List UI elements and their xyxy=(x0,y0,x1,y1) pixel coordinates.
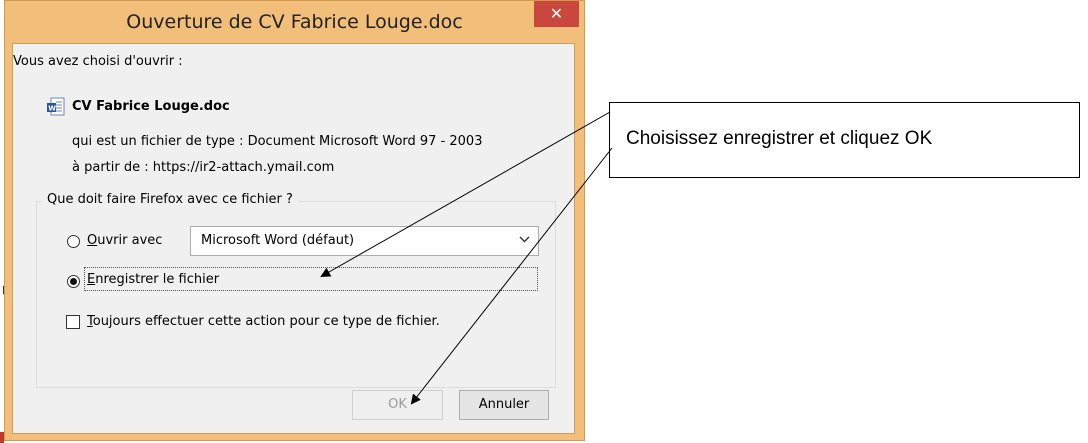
arrow-to-ok xyxy=(410,147,613,405)
callout-arrows xyxy=(320,111,613,405)
arrow-to-save xyxy=(320,111,611,277)
